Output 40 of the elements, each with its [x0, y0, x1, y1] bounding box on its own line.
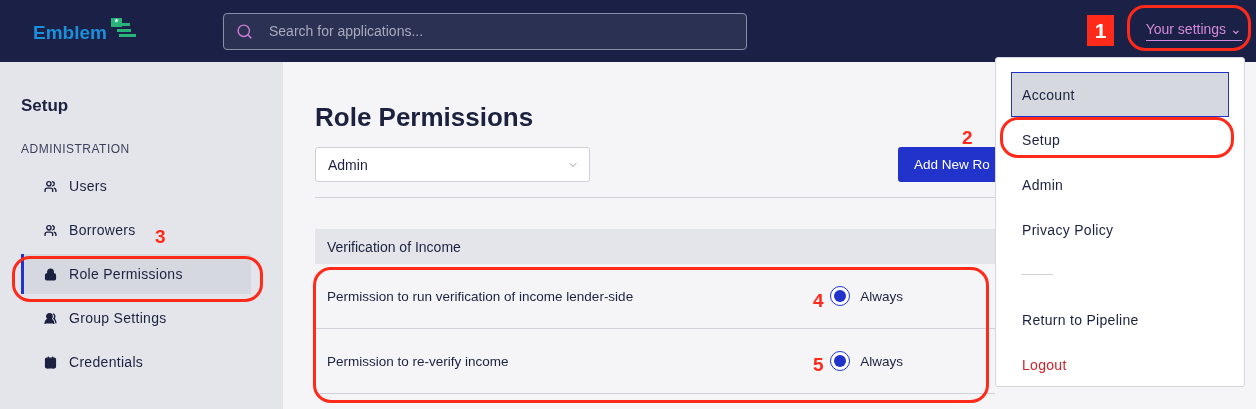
group-icon: [44, 311, 57, 325]
radio-button[interactable]: [830, 286, 851, 306]
permission-label: Permission to re-verify income: [327, 353, 509, 369]
role-select[interactable]: Admin: [315, 147, 590, 182]
step-number: 1: [1087, 15, 1114, 46]
settings-link[interactable]: Your settings ⌄: [1145, 21, 1242, 41]
search-icon: [236, 22, 253, 40]
option-label: Always: [860, 353, 903, 369]
step-number: 5: [813, 354, 824, 376]
permission-label: Permission to run verification of income lender-side: [327, 288, 634, 304]
menu-item[interactable]: Account: [1011, 72, 1229, 117]
option-label: Always: [860, 288, 903, 304]
section-label: ADMINISTRATION: [20, 142, 131, 156]
radio-button[interactable]: [830, 351, 851, 371]
menu-item[interactable]: Return to Pipeline: [1011, 297, 1229, 342]
id-card-icon: [44, 355, 57, 369]
sidebar-item-label: Role Permissions: [69, 266, 183, 282]
logo-text: Emblem: [33, 21, 107, 44]
logo-flag-icon: [110, 18, 137, 38]
menu-item[interactable]: Privacy Policy: [1011, 207, 1229, 252]
sidebar-item-label: Credentials: [69, 354, 144, 370]
sidebar-item[interactable]: Users: [21, 166, 116, 206]
search-bar[interactable]: Search for applications...: [223, 12, 747, 50]
people-icon: [44, 223, 57, 237]
menu-item[interactable]: Logout: [1011, 342, 1229, 387]
sidebar-item-label: Borrowers: [69, 222, 136, 238]
sidebar-item[interactable]: Group Settings: [21, 298, 175, 338]
step-number: 4: [813, 290, 824, 312]
sidebar-item[interactable]: Credentials: [21, 342, 152, 382]
sidebar-item-label: Users: [69, 178, 108, 194]
sidebar-item[interactable]: Role Permissions: [21, 254, 251, 294]
lock-icon: [44, 267, 57, 281]
step-number: 2: [962, 127, 973, 149]
sidebar-item-label: Group Settings: [69, 310, 167, 326]
people-icon: [44, 179, 57, 193]
sidebar-item[interactable]: Borrowers: [21, 210, 144, 250]
step-number: 3: [155, 226, 166, 248]
sidebar-title: Setup: [20, 96, 70, 116]
search-input[interactable]: Search for applications...: [267, 22, 734, 40]
page-title: Role Permissions: [315, 102, 535, 133]
